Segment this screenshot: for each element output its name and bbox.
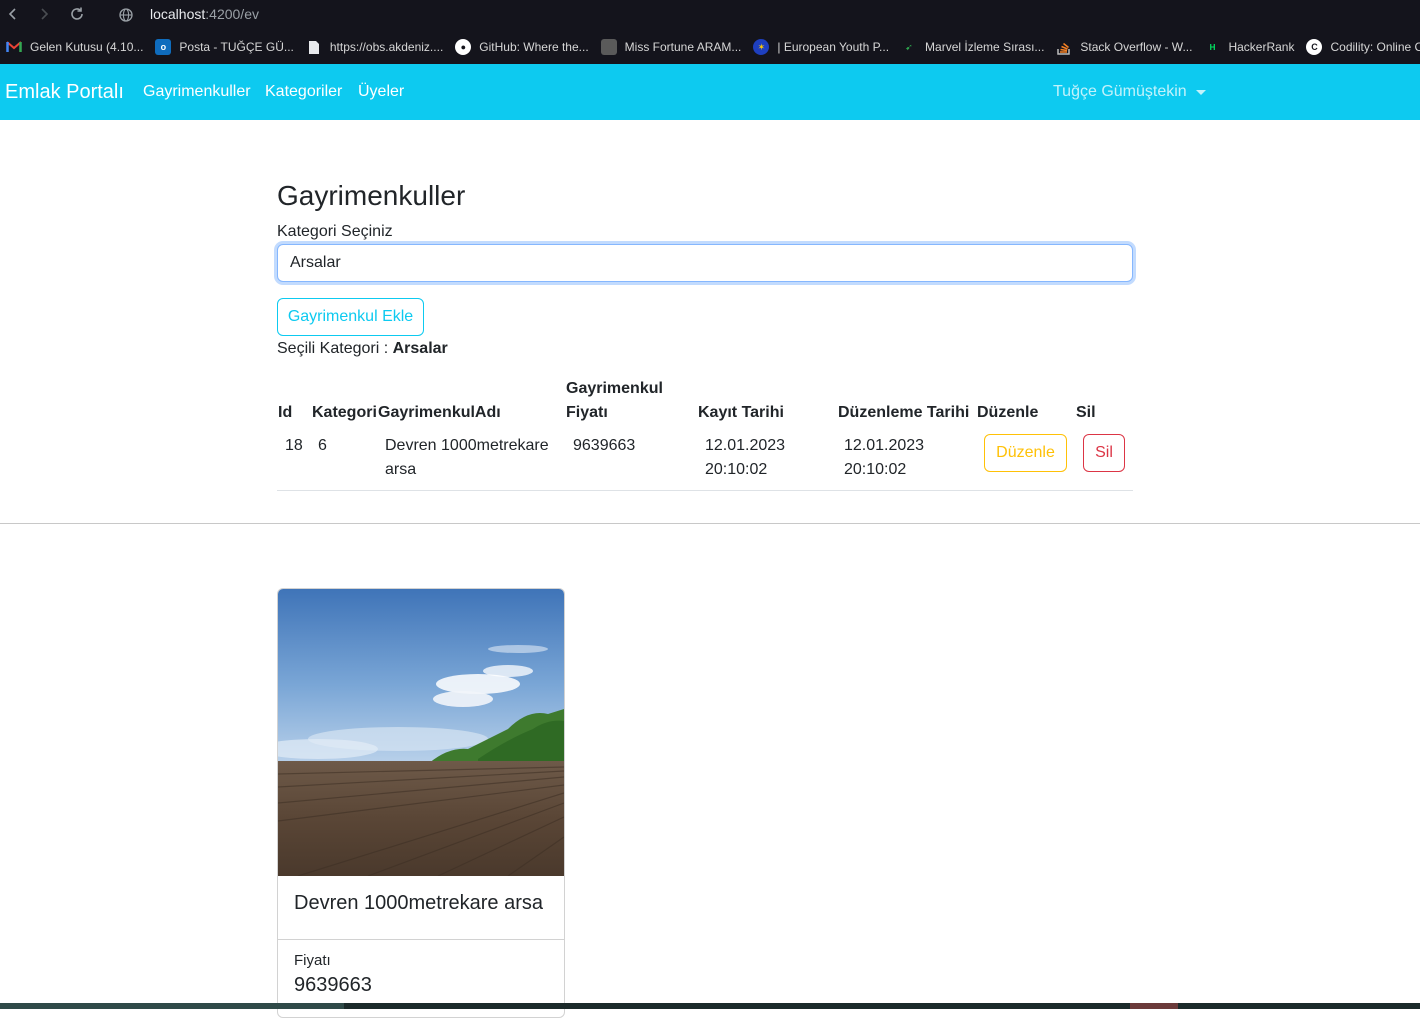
bookmark-label: Posta - TUĞÇE GÜ... (179, 40, 294, 54)
page-title: Gayrimenkuller (277, 180, 466, 211)
bookmark-label: Marvel İzleme Sırası... (925, 40, 1045, 54)
header-category: Kategori (312, 404, 377, 421)
outlook-icon: o (155, 39, 172, 55)
selected-category-text: Seçili Kategori : Arsalar (277, 340, 448, 358)
game-icon (600, 39, 617, 55)
header-created: Kayıt Tarihi (698, 404, 784, 421)
app-navbar: Emlak Portalı Gayrimenkuller Kategoriler… (0, 64, 1420, 120)
bookmark-github[interactable]: ● GitHub: Where the... (455, 30, 589, 64)
document-icon (306, 39, 322, 55)
cell-name-line2: arsa (385, 461, 417, 478)
header-delete: Sil (1076, 404, 1096, 421)
nav-link-members[interactable]: Üyeler (358, 83, 404, 101)
gmail-icon (6, 39, 22, 55)
github-icon: ● (455, 39, 472, 55)
cell-updated-time: 20:10:02 (844, 461, 907, 478)
card-divider (278, 939, 564, 940)
cell-id: 18 (285, 437, 303, 454)
bookmark-hackerrank[interactable]: H HackerRank (1204, 30, 1295, 64)
bookmark-missfortune[interactable]: Miss Fortune ARAM... (600, 30, 742, 64)
cell-category: 6 (318, 437, 327, 454)
eu-flag-icon: ✶ (753, 39, 770, 55)
header-id: Id (278, 404, 293, 421)
codility-icon: C (1306, 39, 1323, 55)
user-dropdown[interactable]: Tuğçe Gümüştekin (1053, 83, 1206, 101)
bookmark-label: GitHub: Where the... (479, 40, 589, 54)
card-title: Devren 1000metrekare arsa (294, 892, 544, 914)
header-name: GayrimenkulAdı (378, 404, 501, 421)
bookmark-label: Codility: Online Co... (1330, 40, 1420, 54)
cell-created-time: 20:10:02 (705, 461, 768, 478)
hackerrank-icon: H (1209, 42, 1216, 52)
category-select[interactable]: Arsalar (277, 244, 1133, 282)
user-name: Tuğçe Gümüştekin (1053, 83, 1187, 100)
taskbar (0, 1003, 1420, 1009)
category-select-label: Kategori Seçiniz (277, 223, 393, 240)
header-price-line2: Fiyatı (566, 404, 608, 421)
site-info-icon[interactable] (115, 4, 137, 26)
property-image (278, 589, 564, 876)
stackoverflow-icon (1056, 39, 1072, 55)
bookmark-site-icon: ➹ (905, 41, 913, 52)
taskbar-segment (1130, 1003, 1178, 1009)
back-icon[interactable] (2, 3, 24, 25)
card-price-label: Fiyatı (294, 952, 331, 969)
bookmark-label: HackerRank (1228, 40, 1295, 54)
bookmark-marvel[interactable]: ➹ Marvel İzleme Sırası... (901, 30, 1044, 64)
bookmark-stackoverflow[interactable]: Stack Overflow - W... (1056, 30, 1192, 64)
selected-category-value: Arsalar (392, 340, 448, 357)
address-bar[interactable]: localhost:4200/ev (150, 6, 259, 22)
cell-name-line1: Devren 1000metrekare (385, 437, 549, 454)
cell-created-date: 12.01.2023 (705, 437, 786, 454)
nav-link-properties[interactable]: Gayrimenkuller (143, 83, 251, 101)
bookmark-label: https://obs.akdeniz.... (329, 40, 444, 54)
bookmarks-bar: Gelen Kutusu (4.10... o Posta - TUĞÇE GÜ… (0, 30, 1420, 64)
reload-icon[interactable] (66, 3, 88, 25)
url-host: localhost (150, 6, 206, 22)
cell-price: 9639663 (573, 437, 636, 454)
forward-icon[interactable] (33, 3, 55, 25)
bookmark-gmail[interactable]: Gelen Kutusu (4.10... (6, 30, 143, 64)
bookmark-outlook[interactable]: o Posta - TUĞÇE GÜ... (155, 30, 294, 64)
add-property-button[interactable]: Gayrimenkul Ekle (277, 298, 424, 336)
table-row-divider (277, 490, 1133, 491)
nav-link-categories[interactable]: Kategoriler (265, 83, 342, 101)
bookmark-label: Stack Overflow - W... (1080, 40, 1193, 54)
taskbar-segment (0, 1003, 344, 1009)
brand-link[interactable]: Emlak Portalı (5, 81, 124, 104)
header-price-line1: Gayrimenkul (566, 380, 663, 397)
category-select-value: Arsalar (290, 254, 341, 271)
url-path: :4200/ev (205, 6, 259, 22)
bookmark-obs[interactable]: https://obs.akdeniz.... (306, 30, 443, 64)
chevron-down-icon (1195, 89, 1206, 95)
bookmark-label: Miss Fortune ARAM... (624, 40, 742, 54)
header-edit: Düzenle (977, 404, 1039, 421)
browser-toolbar: localhost:4200/ev (0, 0, 1420, 30)
bookmark-european-youth[interactable]: ✶ | European Youth P... (753, 30, 889, 64)
cell-updated-date: 12.01.2023 (844, 437, 925, 454)
bookmark-label: Gelen Kutusu (4.10... (30, 40, 144, 54)
property-card[interactable]: Devren 1000metrekare arsa Fiyatı 9639663 (277, 588, 565, 1018)
section-divider (0, 523, 1420, 524)
delete-button[interactable]: Sil (1083, 434, 1125, 472)
bookmark-label: | European Youth P... (777, 40, 890, 54)
header-updated: Düzenleme Tarihi (838, 404, 970, 421)
bookmark-codility[interactable]: C Codility: Online Co... (1306, 30, 1420, 64)
edit-button[interactable]: Düzenle (984, 434, 1067, 472)
card-price-value: 9639663 (294, 974, 372, 996)
selected-category-prefix: Seçili Kategori : (277, 340, 393, 357)
